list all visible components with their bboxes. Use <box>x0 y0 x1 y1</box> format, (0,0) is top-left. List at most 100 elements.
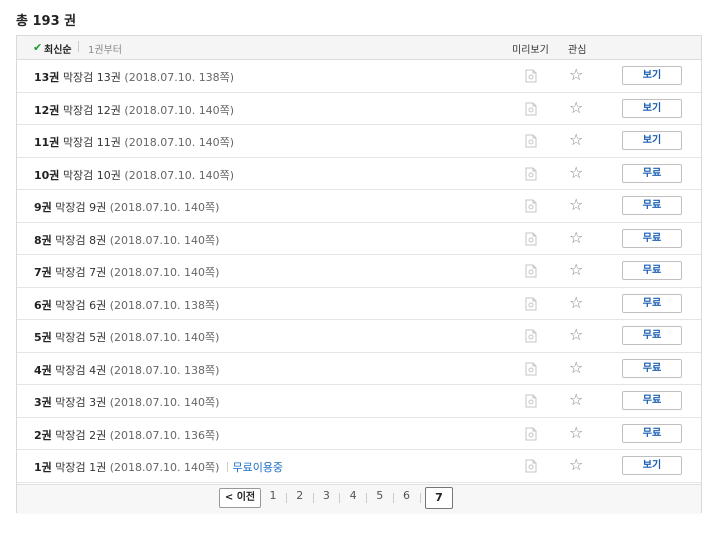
page-divider <box>312 493 314 503</box>
volume-title: 막장검 13권 <box>62 71 121 84</box>
volume-number: 12권 <box>34 103 60 117</box>
volume-info[interactable]: 8권 막장검 8권 (2018.07.10. 140쪽) <box>34 232 219 248</box>
star-outline-icon[interactable]: ☆ <box>569 262 583 278</box>
star-outline-icon[interactable]: ☆ <box>569 424 583 441</box>
star-outline-icon[interactable]: ☆ <box>569 392 583 408</box>
volume-number: 8권 <box>34 233 52 247</box>
volume-info[interactable]: 11권 막장검 11권 (2018.07.10. 140쪽) <box>34 134 234 150</box>
volume-info[interactable]: 10권 막장검 10권 (2018.07.10. 140쪽) <box>34 167 234 183</box>
volume-row: 5권 막장검 5권 (2018.07.10. 140쪽) ☆ 무료 <box>17 320 701 353</box>
page-divider <box>419 493 421 503</box>
volume-row: 2권 막장검 2권 (2018.07.10. 136쪽) ☆ 무료 <box>17 418 701 450</box>
column-preview-header: 미리보기 <box>512 45 549 56</box>
preview-doc-icon[interactable] <box>525 297 537 311</box>
volume-info[interactable]: 7권 막장검 7권 (2018.07.10. 140쪽) <box>34 264 219 280</box>
page-divider <box>339 493 341 503</box>
view-button[interactable]: 무료 <box>622 261 682 280</box>
column-favorite-header: 관심 <box>568 45 587 56</box>
page-link[interactable]: 1 <box>266 489 280 502</box>
star-outline-icon[interactable]: ☆ <box>569 359 583 376</box>
current-page[interactable]: 7 <box>425 487 453 509</box>
view-button[interactable]: 무료 <box>622 196 682 215</box>
view-button[interactable]: 무료 <box>622 358 682 378</box>
preview-doc-icon[interactable] <box>525 167 537 181</box>
preview-doc-icon[interactable] <box>525 264 537 278</box>
volume-info[interactable]: 3권 막장검 3권 (2018.07.10. 140쪽) <box>34 394 219 410</box>
volume-detail: (2018.07.10. 138쪽) <box>109 363 220 377</box>
view-button[interactable]: 무료 <box>622 423 682 443</box>
volume-detail: (2018.07.10. 140쪽) <box>109 396 220 409</box>
view-button[interactable]: 보기 <box>622 456 682 475</box>
volume-number: 10권 <box>34 168 60 182</box>
free-note-divider <box>227 462 229 472</box>
page-link[interactable]: 2 <box>293 489 307 502</box>
volume-row: 11권 막장검 11권 (2018.07.10. 140쪽) ☆ 보기 <box>17 125 701 158</box>
star-outline-icon[interactable]: ☆ <box>569 99 583 116</box>
list-header: ✔ 최신순 1권부터 미리보기 관심 <box>17 36 701 60</box>
view-button[interactable]: 무료 <box>622 163 682 183</box>
volume-row: 10권 막장검 10권 (2018.07.10. 140쪽) ☆ 무료 <box>17 158 701 190</box>
star-outline-icon[interactable]: ☆ <box>569 164 583 181</box>
page-link[interactable]: 5 <box>373 489 387 502</box>
view-button[interactable]: 무료 <box>622 228 682 248</box>
preview-doc-icon[interactable] <box>525 459 537 473</box>
volume-detail: (2018.07.10. 140쪽) <box>109 331 220 344</box>
preview-doc-icon[interactable] <box>525 69 537 83</box>
volume-title: 막장검 12권 <box>62 103 121 117</box>
volume-row: 9권 막장검 9권 (2018.07.10. 140쪽) ☆ 무료 <box>17 190 701 223</box>
volume-number: 6권 <box>34 298 52 312</box>
preview-doc-icon[interactable] <box>525 134 537 148</box>
preview-doc-icon[interactable] <box>525 232 537 246</box>
star-outline-icon[interactable]: ☆ <box>569 327 583 343</box>
volume-title: 막장검 5권 <box>55 331 107 344</box>
volume-number: 13권 <box>34 71 60 84</box>
volume-title: 막장검 6권 <box>55 298 107 312</box>
sort-from-first[interactable]: 1권부터 <box>88 41 122 56</box>
volume-title: 막장검 7권 <box>55 266 107 279</box>
volume-info[interactable]: 6권 막장검 6권 (2018.07.10. 138쪽) <box>34 297 219 313</box>
star-outline-icon[interactable]: ☆ <box>569 294 583 311</box>
volume-info[interactable]: 12권 막장검 12권 (2018.07.10. 140쪽) <box>34 102 234 118</box>
view-button[interactable]: 보기 <box>622 131 682 150</box>
view-button[interactable]: 보기 <box>622 98 682 118</box>
prev-page-button[interactable]: < 이전 <box>219 488 261 508</box>
sort-divider <box>78 41 79 52</box>
volume-info[interactable]: 4권 막장검 4권 (2018.07.10. 138쪽) <box>34 362 219 378</box>
volume-info[interactable]: 1권 막장검 1권 (2018.07.10. 140쪽) 무료이용중 <box>34 459 283 475</box>
volume-detail: (2018.07.10. 138쪽) <box>124 71 235 84</box>
volume-title: 막장검 11권 <box>62 136 121 149</box>
volume-title: 막장검 4권 <box>55 363 107 377</box>
preview-doc-icon[interactable] <box>525 394 537 408</box>
preview-doc-icon[interactable] <box>525 102 537 116</box>
page-link[interactable]: 4 <box>346 489 360 502</box>
view-button[interactable]: 무료 <box>622 293 682 313</box>
star-outline-icon[interactable]: ☆ <box>569 457 583 473</box>
volume-info[interactable]: 13권 막장검 13권 (2018.07.10. 138쪽) <box>34 69 234 85</box>
volume-detail: (2018.07.10. 140쪽) <box>124 136 235 149</box>
volume-row: 8권 막장검 8권 (2018.07.10. 140쪽) ☆ 무료 <box>17 223 701 255</box>
sort-latest[interactable]: 최신순 <box>44 41 72 56</box>
star-outline-icon[interactable]: ☆ <box>569 229 583 246</box>
star-outline-icon[interactable]: ☆ <box>569 197 583 213</box>
preview-doc-icon[interactable] <box>525 427 537 441</box>
preview-doc-icon[interactable] <box>525 362 537 376</box>
volume-detail: (2018.07.10. 138쪽) <box>109 298 220 312</box>
volume-number: 4권 <box>34 363 52 377</box>
volume-info[interactable]: 5권 막장검 5권 (2018.07.10. 140쪽) <box>34 329 219 345</box>
preview-doc-icon[interactable] <box>525 199 537 213</box>
view-button[interactable]: 무료 <box>622 391 682 410</box>
star-outline-icon[interactable]: ☆ <box>569 67 583 83</box>
free-use-badge: 무료이용중 <box>232 461 284 474</box>
view-button[interactable]: 보기 <box>622 66 682 85</box>
preview-doc-icon[interactable] <box>525 329 537 343</box>
volume-number: 1권 <box>34 461 52 474</box>
volume-info[interactable]: 9권 막장검 9권 (2018.07.10. 140쪽) <box>34 199 219 215</box>
volume-row: 4권 막장검 4권 (2018.07.10. 138쪽) ☆ 무료 <box>17 353 701 385</box>
star-outline-icon[interactable]: ☆ <box>569 132 583 148</box>
page-link[interactable]: 3 <box>319 489 333 502</box>
page-link[interactable]: 6 <box>400 489 414 502</box>
volume-info[interactable]: 2권 막장검 2권 (2018.07.10. 136쪽) <box>34 427 219 443</box>
view-button[interactable]: 무료 <box>622 326 682 345</box>
volume-number: 2권 <box>34 428 52 442</box>
total-count: 총 193 권 <box>16 14 77 29</box>
